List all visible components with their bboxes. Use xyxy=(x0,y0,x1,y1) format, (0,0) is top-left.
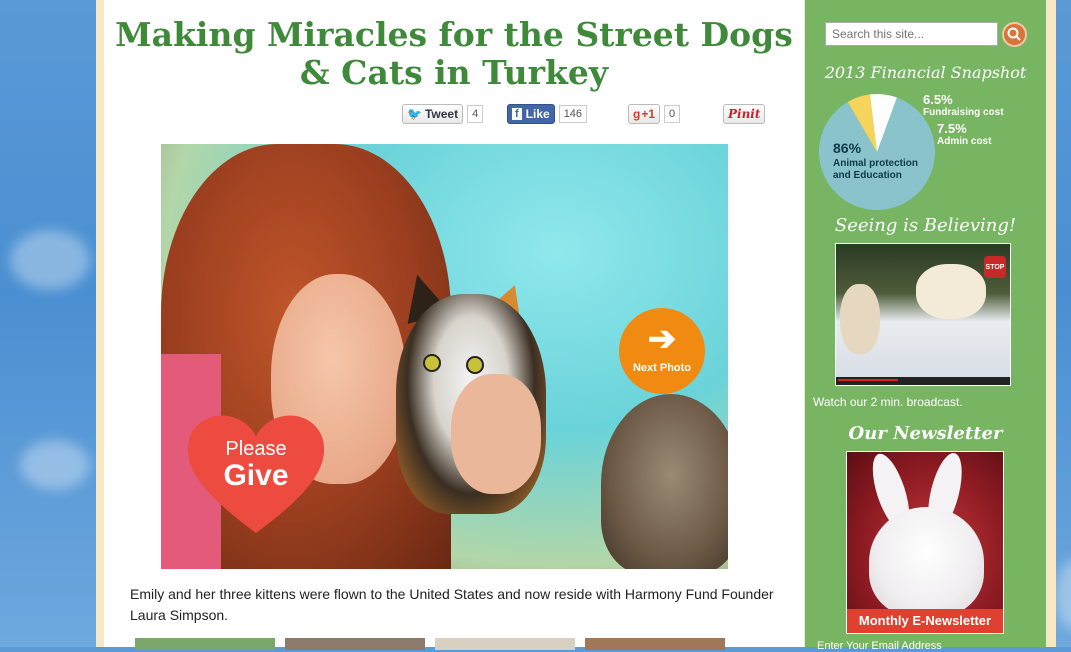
pie-main-pct: 86% xyxy=(833,140,862,156)
video-thumbnail[interactable]: STOP xyxy=(835,243,1011,386)
google-plus-button[interactable]: g +1 xyxy=(628,104,661,124)
search-input[interactable] xyxy=(825,22,998,46)
video-dog xyxy=(916,264,986,319)
pie-main-label-1: Animal protection xyxy=(833,158,919,169)
photo-hand xyxy=(451,374,541,494)
search-button[interactable] xyxy=(1002,22,1027,47)
video-caption: Watch our 2 min. broadcast. xyxy=(813,395,963,409)
video-progress xyxy=(838,379,898,381)
thumbnail[interactable] xyxy=(135,638,275,650)
main-content: Making Miracles for the Street Dogs & Ca… xyxy=(104,0,804,650)
google-plus-icon: g xyxy=(633,107,641,121)
pie-fund-label: Fundraising cost xyxy=(923,107,1004,118)
pie-admin-label: Admin cost xyxy=(937,136,992,147)
pinit-widget: Pinit xyxy=(723,103,766,125)
please-text: Please xyxy=(225,438,287,460)
photo-cat-eye xyxy=(466,356,484,374)
pinit-button[interactable]: Pinit xyxy=(723,104,766,124)
give-text: Give xyxy=(223,459,289,492)
facebook-icon: f xyxy=(512,108,522,120)
next-photo-label: Next Photo xyxy=(632,362,692,374)
pie-fund-pct: 6.5% xyxy=(923,92,953,107)
photo-cat-eye xyxy=(423,354,441,372)
facebook-like-button[interactable]: f Like xyxy=(507,104,555,124)
pie-admin-pct: 7.5% xyxy=(937,121,967,136)
newsletter-title: Our Newsletter xyxy=(848,423,1003,444)
snapshot-title: 2013 Financial Snapshot xyxy=(824,63,1027,82)
arrow-right-icon: ➔ xyxy=(647,320,677,358)
photo-kitten xyxy=(601,394,728,569)
sky-cloud xyxy=(10,230,90,290)
newsletter-band: Monthly E-Newsletter xyxy=(847,609,1003,633)
financial-pie-chart: 86% Animal protection and Education 6.5%… xyxy=(817,92,1037,217)
thumbnail-strip xyxy=(135,638,725,650)
sidebar: 2013 Financial Snapshot 86% Animal prote… xyxy=(805,0,1046,652)
sky-cloud xyxy=(20,440,90,490)
thumbnail[interactable] xyxy=(585,638,725,650)
like-label: Like xyxy=(525,107,550,121)
seeing-title: Seeing is Believing! xyxy=(834,215,1017,236)
next-photo-button[interactable]: ➔ Next Photo xyxy=(619,308,705,394)
search-icon xyxy=(1007,27,1021,41)
like-count: 146 xyxy=(558,105,588,123)
pie-main-label-2: and Education xyxy=(833,170,902,181)
please-give-button[interactable]: Please Give xyxy=(186,438,326,492)
gplus-widget: g +1 0 xyxy=(628,103,681,125)
email-label: Enter Your Email Address xyxy=(817,640,942,652)
gplus-count: 0 xyxy=(664,105,681,123)
slideshow-photo: Please Give ➔ Next Photo xyxy=(161,144,728,569)
tweet-count: 4 xyxy=(467,105,484,123)
thumbnail[interactable] xyxy=(285,638,425,650)
rabbit xyxy=(869,507,984,617)
video-dog xyxy=(840,284,880,354)
sky-cloud xyxy=(1055,560,1071,630)
tweet-label: Tweet xyxy=(424,107,459,121)
tweet-button[interactable]: 🐦 Tweet xyxy=(402,104,464,124)
twitter-bird-icon: 🐦 xyxy=(407,107,422,121)
article-title: Making Miracles for the Street Dogs & Ca… xyxy=(115,15,793,92)
tweet-widget: 🐦 Tweet 4 xyxy=(402,103,484,125)
photo-caption: Emily and her three kittens were flown t… xyxy=(130,586,774,623)
newsletter-image[interactable]: Monthly E-Newsletter xyxy=(846,451,1004,634)
gplus-label: +1 xyxy=(641,107,656,121)
like-widget: f Like 146 xyxy=(507,103,588,125)
stop-sign-icon: STOP xyxy=(984,256,1006,278)
thumbnail[interactable] xyxy=(435,638,575,650)
